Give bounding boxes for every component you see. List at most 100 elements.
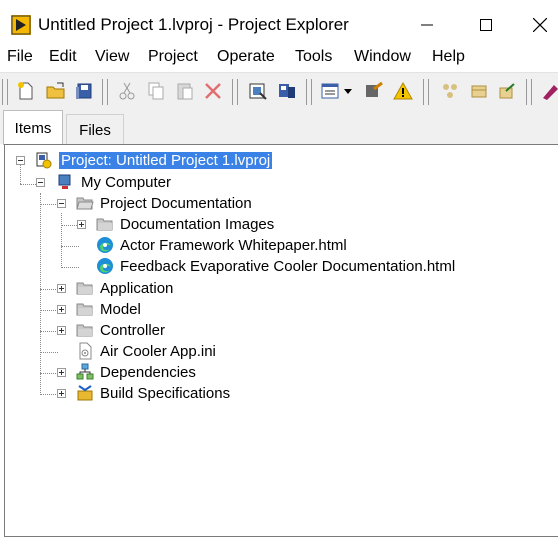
tree-item-label: Documentation Images — [120, 215, 275, 233]
folder-icon — [76, 282, 93, 295]
package-icon[interactable] — [469, 81, 489, 101]
tree-connector — [40, 352, 58, 353]
save-all-icon[interactable] — [75, 81, 95, 101]
tree-item-feedback-documentation[interactable]: Feedback Evaporative Cooler Documentatio… — [96, 256, 455, 276]
project-icon — [36, 152, 52, 169]
toolbar-separator — [423, 79, 429, 105]
warning-icon[interactable] — [393, 81, 413, 101]
window-title: Untitled Project 1.lvproj - Project Expl… — [38, 15, 349, 34]
collapse-toggle-project-documentation[interactable] — [57, 199, 66, 208]
tab-strip: Items Files — [0, 110, 558, 145]
dependencies-tree-icon — [76, 363, 94, 380]
expand-toggle-dependencies[interactable] — [57, 368, 66, 377]
export-icon[interactable] — [497, 81, 517, 101]
tree-item-air-cooler-ini[interactable]: Air Cooler App.ini — [76, 341, 216, 361]
maximize-button[interactable] — [466, 10, 506, 40]
toolbar-grip — [2, 79, 8, 105]
project-tree: Project: Untitled Project 1.lvproj My Co… — [4, 144, 558, 537]
menu-bar: File Edit View Project Operate Tools Win… — [0, 45, 558, 71]
tree-item-model[interactable]: Model — [76, 299, 141, 319]
folder-open-icon — [76, 197, 94, 210]
tree-connector — [40, 373, 58, 374]
tab-items[interactable]: Items — [3, 110, 63, 145]
toolbar-separator — [102, 79, 108, 105]
expand-toggle-model[interactable] — [57, 305, 66, 314]
tree-connector — [40, 331, 58, 332]
expand-toggle-build-specifications[interactable] — [57, 389, 66, 398]
properties-icon[interactable] — [364, 81, 384, 101]
tree-connector — [40, 204, 58, 205]
tree-connector — [61, 246, 79, 247]
tool-icon[interactable] — [540, 81, 558, 101]
menu-file[interactable]: File — [7, 48, 33, 66]
tree-item-application[interactable]: Application — [76, 278, 173, 298]
dependencies-icon[interactable] — [440, 81, 460, 101]
computer-icon — [58, 174, 71, 189]
tree-item-dependencies[interactable]: Dependencies — [76, 362, 196, 382]
copy-icon[interactable] — [146, 81, 166, 101]
deploy-icon[interactable] — [277, 81, 297, 101]
tree-item-project-root[interactable]: Project: Untitled Project 1.lvproj — [35, 150, 273, 170]
tree-connector — [40, 193, 41, 395]
menu-operate[interactable]: Operate — [217, 48, 275, 66]
labview-app-icon — [11, 15, 31, 35]
menu-edit[interactable]: Edit — [49, 48, 77, 66]
tree-item-label: Feedback Evaporative Cooler Documentatio… — [120, 257, 456, 275]
tab-files-label: Files — [79, 121, 111, 139]
collapse-toggle-my-computer[interactable] — [36, 178, 45, 187]
tree-connector — [61, 267, 79, 268]
tree-item-my-computer[interactable]: My Computer — [57, 172, 171, 192]
tree-item-label: Dependencies — [100, 363, 196, 381]
expand-toggle-application[interactable] — [57, 284, 66, 293]
tree-connector — [40, 394, 58, 395]
menu-view[interactable]: View — [95, 48, 129, 66]
folder-icon — [76, 324, 93, 337]
title-bar: Untitled Project 1.lvproj - Project Expl… — [0, 0, 558, 50]
tree-item-controller[interactable]: Controller — [76, 320, 165, 340]
edge-browser-icon — [97, 237, 113, 253]
build-icon[interactable] — [248, 81, 268, 101]
toolbar-separator — [232, 79, 238, 105]
tree-item-project-documentation[interactable]: Project Documentation — [76, 193, 252, 213]
menu-window[interactable]: Window — [354, 48, 411, 66]
cut-icon[interactable] — [117, 81, 137, 101]
tab-items-label: Items — [14, 119, 52, 137]
toolbar — [0, 72, 558, 111]
expand-toggle-controller[interactable] — [57, 326, 66, 335]
expand-toggle-documentation-images[interactable] — [77, 220, 86, 229]
delete-icon[interactable] — [203, 81, 223, 101]
menu-tools[interactable]: Tools — [295, 48, 332, 66]
build-specifications-icon — [77, 385, 93, 401]
collapse-toggle-root[interactable] — [16, 156, 25, 165]
chevron-down-icon[interactable] — [342, 81, 354, 101]
tree-item-build-specifications[interactable]: Build Specifications — [76, 383, 230, 403]
tree-item-label: Controller — [100, 321, 166, 339]
tree-item-label: Project Documentation — [100, 194, 252, 212]
maximize-icon — [480, 19, 492, 31]
tree-connector — [20, 165, 21, 184]
toolbar-separator — [306, 79, 312, 105]
toolbar-separator — [526, 79, 532, 105]
tree-item-label: Project: Untitled Project 1.lvproj — [59, 151, 273, 169]
minimize-icon — [421, 24, 433, 26]
minimize-button[interactable] — [407, 10, 447, 40]
close-button[interactable] — [520, 10, 558, 40]
tree-connector — [40, 289, 58, 290]
tree-connector — [40, 310, 58, 311]
menu-help[interactable]: Help — [432, 48, 465, 66]
folder-icon — [76, 303, 93, 316]
tree-item-documentation-images[interactable]: Documentation Images — [96, 214, 274, 234]
menu-project[interactable]: Project — [148, 48, 198, 66]
tree-item-label: Model — [100, 300, 141, 318]
folder-icon — [96, 218, 113, 231]
paste-icon[interactable] — [175, 81, 195, 101]
tree-item-label: Air Cooler App.ini — [100, 342, 216, 360]
view-options-icon[interactable] — [320, 81, 340, 101]
open-folder-icon[interactable] — [46, 81, 66, 101]
ini-file-icon — [79, 342, 92, 360]
tree-connector — [61, 213, 62, 268]
new-file-icon[interactable] — [16, 81, 36, 101]
edge-browser-icon — [97, 258, 113, 274]
tab-files[interactable]: Files — [66, 114, 124, 145]
tree-item-actor-framework-whitepaper[interactable]: Actor Framework Whitepaper.html — [96, 235, 347, 255]
